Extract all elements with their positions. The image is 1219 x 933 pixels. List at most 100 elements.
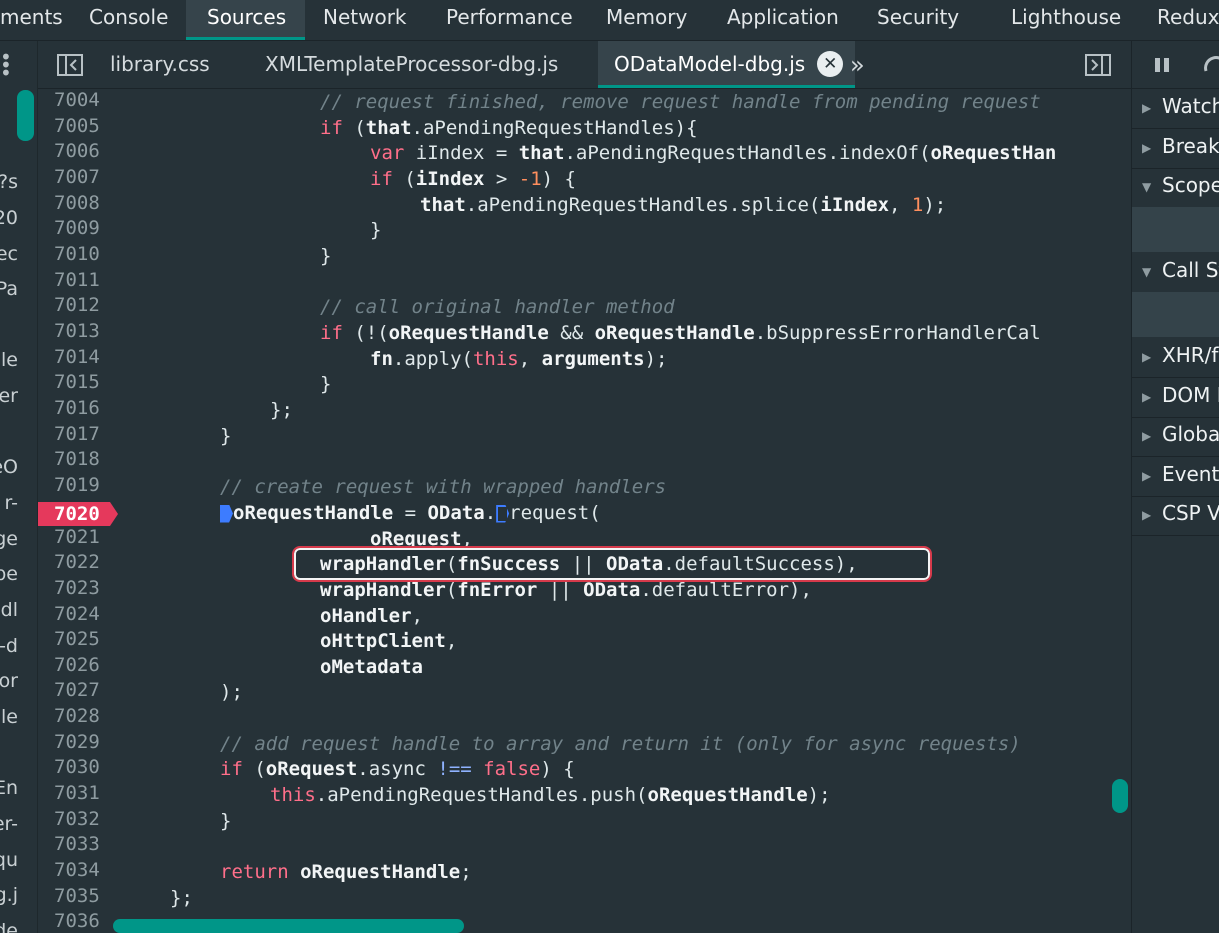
section-csp-violation-breakpoints[interactable]: ▶ CSP V: [1132, 496, 1219, 536]
code-line-7016[interactable]: };: [270, 397, 293, 423]
code-line-7012[interactable]: // call original handler method: [320, 294, 675, 320]
navigator-item[interactable]: eO: [0, 456, 18, 478]
code-line-7027[interactable]: );: [220, 679, 243, 705]
inline-breakpoint-icon[interactable]: [496, 504, 510, 523]
line-number[interactable]: 7036: [54, 910, 104, 932]
tab-performance[interactable]: Performance: [446, 0, 573, 40]
line-number[interactable]: 7023: [54, 577, 104, 599]
tab-lighthouse[interactable]: Lighthouse: [1011, 0, 1121, 40]
navigator-item[interactable]: or: [0, 670, 18, 692]
line-number[interactable]: 7015: [54, 371, 104, 393]
code-line-7034[interactable]: return oRequestHandle;: [220, 859, 472, 885]
code-line-7006[interactable]: var iIndex = that.aPendingRequestHandles…: [370, 140, 1056, 166]
line-number[interactable]: 7009: [54, 217, 104, 239]
navigator-item[interactable]: ec: [0, 243, 18, 265]
section-breakpoints[interactable]: ▶ Breakp: [1132, 129, 1219, 169]
line-number[interactable]: 7004: [54, 89, 104, 111]
line-number[interactable]: 7026: [54, 654, 104, 676]
section-scope[interactable]: ▼ Scope: [1132, 168, 1219, 208]
code-editor[interactable]: 7004 7005 7006 7007 7008 7009 7010 7011 …: [38, 89, 1129, 933]
navigator-item[interactable]: 20: [0, 207, 18, 229]
navigator-item[interactable]: ?s: [0, 171, 18, 193]
navigator-item[interactable]: qu: [0, 849, 18, 871]
tab-elements[interactable]: ments: [0, 0, 70, 40]
code-line-7019[interactable]: // create request with wrapped handlers: [220, 474, 666, 500]
navigator-item[interactable]: Pa: [0, 278, 18, 300]
line-number[interactable]: 7017: [54, 423, 104, 445]
navigator-item[interactable]: er-: [0, 813, 18, 835]
tab-memory[interactable]: Memory: [606, 0, 687, 40]
line-number[interactable]: 7019: [54, 474, 104, 496]
toggle-debugger-icon[interactable]: [1085, 54, 1111, 80]
breakpoint-marker[interactable]: 7020: [38, 502, 118, 526]
pause-icon[interactable]: [1154, 57, 1170, 73]
tab-sources[interactable]: Sources: [186, 0, 305, 40]
file-tab-xmltemplateprocessor[interactable]: XMLTemplateProcessor-dbg.js: [265, 41, 558, 88]
code-line-7031[interactable]: this.aPendingRequestHandles.push(oReques…: [270, 782, 831, 808]
file-tab-library-css[interactable]: library.css: [110, 41, 210, 88]
code-line-7032[interactable]: }: [220, 808, 231, 834]
navigator-item[interactable]: e-d: [0, 635, 18, 657]
code-line-7017[interactable]: }: [220, 423, 231, 449]
line-number-gutter[interactable]: 7004 7005 7006 7007 7008 7009 7010 7011 …: [38, 89, 118, 933]
line-number[interactable]: 7010: [54, 243, 104, 265]
step-over-icon[interactable]: [1202, 55, 1219, 75]
navigator-item[interactable]: lle: [0, 349, 18, 371]
code-line-7013[interactable]: if (!(oRequestHandle && oRequestHandle.b…: [320, 320, 1041, 346]
line-number[interactable]: 7024: [54, 603, 104, 625]
line-number[interactable]: 7034: [54, 859, 104, 881]
code-line-7008[interactable]: that.aPendingRequestHandles.splice(iInde…: [420, 192, 946, 218]
code-line-7020[interactable]: oRequestHandle = OData. request(: [220, 500, 601, 526]
line-number[interactable]: 7007: [54, 166, 104, 188]
line-number[interactable]: 7018: [54, 448, 104, 470]
navigator-item[interactable]: pe: [0, 563, 18, 585]
tab-application[interactable]: Application: [727, 0, 839, 40]
line-number[interactable]: 7025: [54, 628, 104, 650]
line-number[interactable]: 7005: [54, 115, 104, 137]
toggle-navigator-icon[interactable]: [57, 54, 83, 80]
code-line-7014[interactable]: fn.apply(this, arguments);: [370, 346, 667, 372]
line-number[interactable]: 7021: [54, 526, 104, 548]
tab-network[interactable]: Network: [323, 0, 407, 40]
navigator-item[interactable]: ge: [0, 528, 18, 550]
navigator-item[interactable]: de: [0, 920, 18, 933]
section-global-listeners[interactable]: ▶ Global: [1132, 417, 1219, 457]
code-line-7007[interactable]: if (iIndex > -1) {: [370, 166, 576, 192]
code-line-7015[interactable]: }: [320, 371, 331, 397]
code-line-7009[interactable]: }: [370, 217, 381, 243]
section-call-stack[interactable]: ▼ Call St: [1132, 253, 1219, 293]
navigator-item[interactable]: g.j: [0, 884, 18, 906]
line-number[interactable]: 7022: [54, 551, 104, 573]
tab-console[interactable]: Console: [89, 0, 168, 40]
close-icon[interactable]: ✕: [817, 50, 844, 77]
line-number[interactable]: 7011: [54, 269, 104, 291]
line-number[interactable]: 7028: [54, 705, 104, 727]
section-xhr-breakpoints[interactable]: ▶ XHR/f: [1132, 338, 1219, 378]
line-number[interactable]: 7029: [54, 731, 104, 753]
code-line-7010[interactable]: }: [320, 243, 331, 269]
line-number[interactable]: 7027: [54, 679, 104, 701]
navigator-item[interactable]: -dl: [0, 599, 18, 621]
navigator-item[interactable]: ole: [0, 706, 18, 728]
line-number[interactable]: 7031: [54, 782, 104, 804]
line-number[interactable]: 7032: [54, 808, 104, 830]
tab-redux[interactable]: Redux: [1157, 0, 1219, 40]
line-number[interactable]: 7014: [54, 346, 104, 368]
navigator-scrollbar[interactable]: [17, 90, 34, 141]
line-number[interactable]: 7033: [54, 833, 104, 855]
code-line-7004[interactable]: // request finished, remove request hand…: [320, 89, 1041, 115]
line-number[interactable]: 7006: [54, 140, 104, 162]
line-number[interactable]: 7008: [54, 192, 104, 214]
vertical-scrollbar[interactable]: [1112, 779, 1128, 813]
file-tab-odatamodel[interactable]: ODataModel-dbg.js ✕: [598, 41, 856, 88]
section-dom-breakpoints[interactable]: ▶ DOM B: [1132, 378, 1219, 418]
code-line-7025[interactable]: oHttpClient,: [320, 628, 457, 654]
code-line-7030[interactable]: if (oRequest.async !== false) {: [220, 756, 575, 782]
code-line-7035[interactable]: };: [170, 885, 193, 911]
code-line-7029[interactable]: // add request handle to array and retur…: [220, 731, 1021, 757]
line-number[interactable]: 7012: [54, 294, 104, 316]
line-number[interactable]: 7016: [54, 397, 104, 419]
line-number[interactable]: 7013: [54, 320, 104, 342]
navigator-item[interactable]: r-: [0, 492, 18, 514]
navigator-item[interactable]: er: [0, 385, 18, 407]
